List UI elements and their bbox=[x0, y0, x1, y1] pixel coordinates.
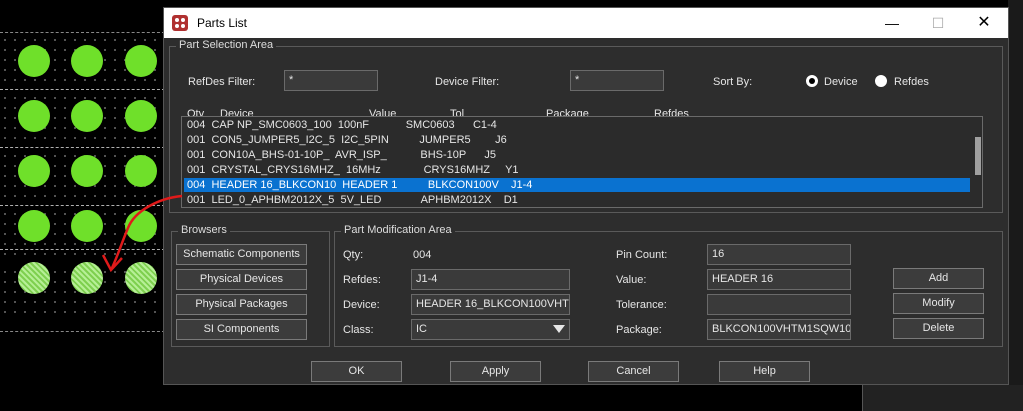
annotation-arrow-head bbox=[101, 254, 123, 273]
annotation-arrow-line bbox=[110, 194, 183, 269]
annotation-arrow bbox=[101, 194, 183, 273]
